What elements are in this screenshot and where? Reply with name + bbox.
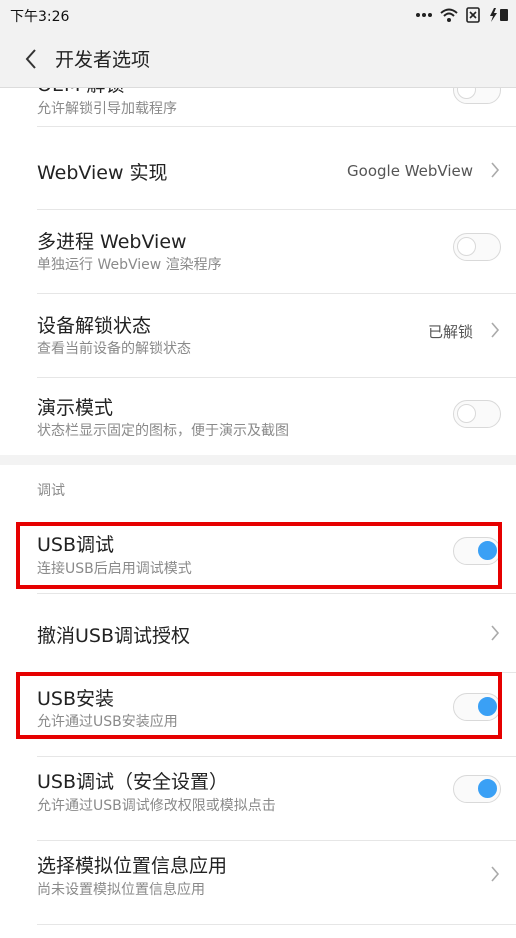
section-header-debug: 调试 [37, 483, 65, 499]
more-dots-icon [416, 12, 432, 18]
setting-multiprocess-webview[interactable]: 多进程 WebView 单独运行 WebView 渲染程序 [0, 210, 516, 293]
setting-device-unlock-status[interactable]: 设备解锁状态 查看当前设备的解锁状态 已解锁 [0, 294, 516, 377]
status-icons [416, 6, 510, 24]
wifi-icon [440, 8, 458, 22]
setting-title: 选择模拟位置信息应用 [37, 855, 228, 877]
setting-title: WebView 实现 [37, 162, 168, 184]
title-bar: 开发者选项 [0, 30, 516, 88]
setting-webview-implementation[interactable]: WebView 实现 Google WebView [0, 127, 516, 209]
charging-icon [488, 7, 510, 23]
chevron-right-icon [491, 322, 500, 338]
setting-subtitle: 状态栏显示固定的图标，便于演示及截图 [37, 423, 289, 439]
multiprocess-webview-toggle[interactable] [453, 233, 501, 261]
setting-usb-debugging-security[interactable]: USB调试（安全设置） 允许通过USB调试修改权限或模拟点击 [0, 757, 516, 840]
setting-demo-mode[interactable]: 演示模式 状态栏显示固定的图标，便于演示及截图 [0, 378, 516, 461]
setting-title: USB调试（安全设置） [37, 771, 229, 793]
setting-value: 已解锁 [427, 323, 473, 341]
setting-title: 多进程 WebView [37, 231, 187, 253]
settings-list[interactable]: OEM 解锁 允许解锁引导加载程序 WebView 实现 Google WebV… [0, 88, 516, 938]
page-title: 开发者选项 [55, 49, 151, 71]
sim-x-icon [466, 7, 480, 23]
highlight-usb-debugging [16, 522, 502, 589]
setting-title: OEM 解锁 [37, 88, 124, 97]
status-time: 下午3:26 [10, 9, 70, 25]
toggle-knob [478, 779, 497, 798]
chevron-left-icon [25, 49, 36, 69]
chevron-right-icon [491, 866, 500, 882]
setting-subtitle: 查看当前设备的解锁状态 [37, 341, 191, 357]
toggle-knob [457, 237, 476, 256]
setting-subtitle: 单独运行 WebView 渲染程序 [37, 257, 222, 273]
usb-debugging-security-toggle[interactable] [453, 775, 501, 803]
setting-title: 撤消USB调试授权 [37, 625, 191, 647]
highlight-usb-install [16, 672, 502, 739]
toggle-knob [457, 404, 476, 423]
chevron-right-icon [491, 625, 500, 641]
setting-mock-location-app[interactable]: 选择模拟位置信息应用 尚未设置模拟位置信息应用 [0, 841, 516, 924]
setting-value: Google WebView [347, 162, 473, 180]
setting-oem-unlock[interactable]: OEM 解锁 允许解锁引导加载程序 [0, 88, 516, 126]
chevron-right-icon [491, 162, 500, 178]
status-bar: 下午3:26 [0, 0, 516, 30]
section-separator [0, 455, 516, 465]
setting-subtitle: 允许通过USB调试修改权限或模拟点击 [37, 798, 276, 814]
demo-mode-toggle[interactable] [453, 400, 501, 428]
setting-subtitle: 允许解锁引导加载程序 [37, 101, 177, 117]
oem-unlock-toggle[interactable] [453, 88, 501, 104]
setting-subtitle: 尚未设置模拟位置信息应用 [37, 882, 205, 898]
divider [37, 924, 516, 925]
setting-title: 设备解锁状态 [37, 315, 152, 337]
setting-revoke-usb-auth[interactable]: 撤消USB调试授权 [0, 594, 516, 672]
setting-title: 演示模式 [37, 397, 114, 419]
back-button[interactable] [16, 44, 46, 74]
toggle-knob [457, 88, 476, 99]
